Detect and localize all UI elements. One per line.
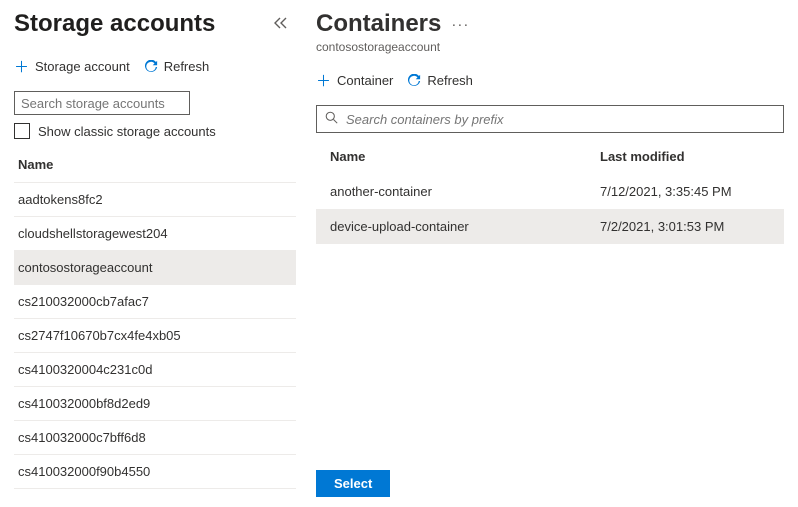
containers-title: Containers bbox=[316, 10, 441, 38]
container-name-cell: device-upload-container bbox=[330, 219, 600, 234]
search-containers-wrapper[interactable] bbox=[316, 105, 784, 133]
add-container-label: Container bbox=[337, 73, 393, 88]
right-header: Containers ··· bbox=[316, 10, 784, 38]
add-storage-account-button[interactable]: ＋ Storage account bbox=[14, 56, 130, 77]
plus-icon: ＋ bbox=[316, 70, 331, 91]
storage-accounts-scroll[interactable]: Show classic storage accounts Name aadto… bbox=[14, 91, 298, 507]
search-containers-input[interactable] bbox=[346, 112, 775, 127]
storage-account-row[interactable]: cloudshellstoragewest204 bbox=[14, 217, 296, 251]
container-modified-cell: 7/2/2021, 3:01:53 PM bbox=[600, 219, 770, 234]
column-modified-header[interactable]: Last modified bbox=[600, 149, 770, 164]
storage-account-row[interactable]: cs4100320004c231c0d bbox=[14, 353, 296, 387]
plus-icon: ＋ bbox=[14, 56, 29, 77]
containers-table: Name Last modified another-container 7/1… bbox=[316, 139, 784, 244]
containers-pane: Containers ··· contosostorageaccount ＋ C… bbox=[298, 0, 798, 507]
storage-accounts-pane: Storage accounts ＋ Storage account Refre… bbox=[0, 0, 298, 507]
refresh-containers-button[interactable]: Refresh bbox=[407, 70, 473, 91]
container-name-cell: another-container bbox=[330, 184, 600, 199]
refresh-containers-label: Refresh bbox=[427, 73, 473, 88]
collapse-icon[interactable] bbox=[274, 16, 288, 32]
containers-table-header: Name Last modified bbox=[316, 139, 784, 174]
refresh-storage-label: Refresh bbox=[164, 59, 210, 74]
refresh-icon bbox=[407, 74, 421, 88]
column-name-header[interactable]: Name bbox=[330, 149, 600, 164]
right-toolbar: ＋ Container Refresh bbox=[316, 70, 784, 91]
storage-account-row[interactable]: cs410032000f90b4550 bbox=[14, 455, 296, 489]
show-classic-label: Show classic storage accounts bbox=[38, 124, 216, 139]
add-container-button[interactable]: ＋ Container bbox=[316, 70, 393, 91]
container-row[interactable]: another-container 7/12/2021, 3:35:45 PM bbox=[316, 174, 784, 209]
storage-account-row[interactable]: cs410032000c7bff6d8 bbox=[14, 421, 296, 455]
left-header: Storage accounts bbox=[14, 10, 298, 38]
footer: Select bbox=[316, 470, 390, 497]
containers-subtitle: contosostorageaccount bbox=[316, 40, 784, 54]
checkbox-icon[interactable] bbox=[14, 123, 30, 139]
select-button[interactable]: Select bbox=[316, 470, 390, 497]
storage-name-column-header[interactable]: Name bbox=[14, 151, 296, 183]
storage-account-row[interactable]: cs410032000bf8d2ed9 bbox=[14, 387, 296, 421]
show-classic-checkbox-row[interactable]: Show classic storage accounts bbox=[14, 123, 296, 139]
storage-account-row[interactable]: contosostorageaccount bbox=[14, 251, 296, 285]
storage-account-row[interactable]: cs2747f10670b7cx4fe4xb05 bbox=[14, 319, 296, 353]
add-storage-account-label: Storage account bbox=[35, 59, 130, 74]
search-storage-input[interactable] bbox=[14, 91, 190, 115]
storage-account-row[interactable]: cs210032000cb7afac7 bbox=[14, 285, 296, 319]
search-icon bbox=[325, 111, 338, 127]
refresh-storage-button[interactable]: Refresh bbox=[144, 56, 210, 77]
more-actions-icon[interactable]: ··· bbox=[451, 16, 469, 33]
container-modified-cell: 7/12/2021, 3:35:45 PM bbox=[600, 184, 770, 199]
storage-accounts-title: Storage accounts bbox=[14, 10, 215, 38]
container-row[interactable]: device-upload-container 7/2/2021, 3:01:5… bbox=[316, 209, 784, 244]
refresh-icon bbox=[144, 60, 158, 74]
storage-account-row[interactable]: aadtokens8fc2 bbox=[14, 183, 296, 217]
left-toolbar: ＋ Storage account Refresh bbox=[14, 56, 298, 77]
